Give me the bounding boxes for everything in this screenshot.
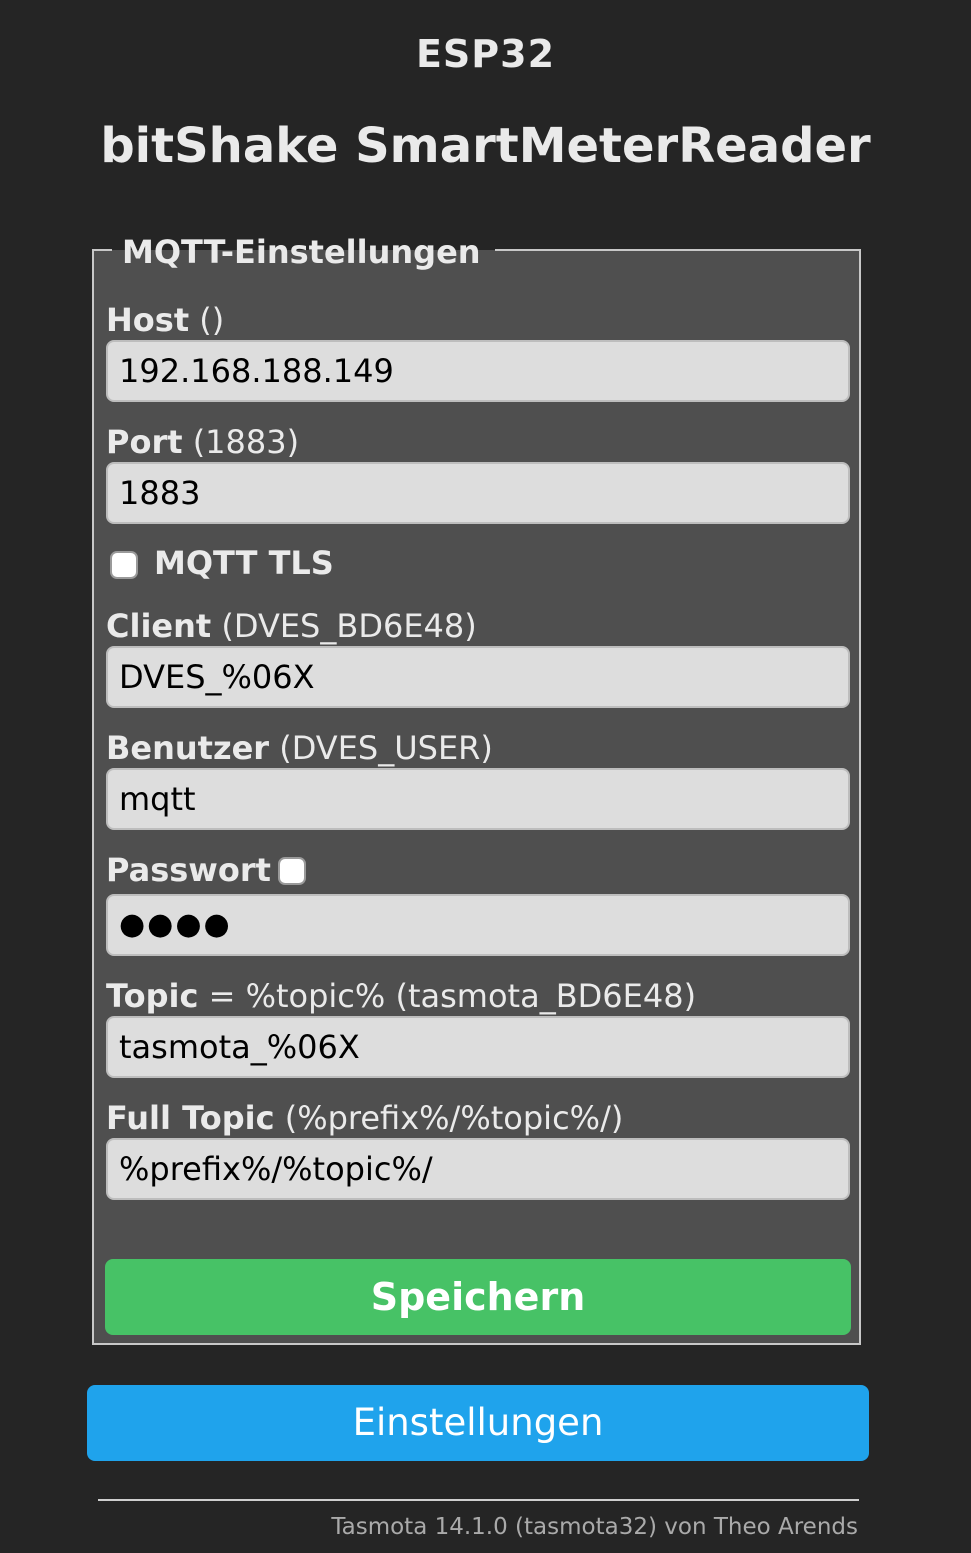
port-label: Port (1883) xyxy=(106,422,299,462)
settings-button[interactable]: Einstellungen xyxy=(87,1385,869,1461)
client-input[interactable]: DVES_%06X xyxy=(106,646,850,708)
password-label-text: Passwort xyxy=(106,851,271,889)
show-password-checkbox[interactable] xyxy=(278,857,306,885)
save-button[interactable]: Speichern xyxy=(105,1259,851,1335)
device-name: ESP32 xyxy=(415,32,556,76)
footer-divider xyxy=(98,1499,859,1501)
port-label-text: Port xyxy=(106,423,183,461)
footer-version: Tasmota 14.1.0 (tasmota32) von Theo Aren… xyxy=(331,1514,858,1540)
user-hint: (DVES_USER) xyxy=(279,729,493,767)
topic-label-text: Topic xyxy=(106,977,199,1015)
page-title: bitShake SmartMeterReader xyxy=(100,118,871,174)
topic-label: Topic = %topic% (tasmota_BD6E48) xyxy=(106,976,696,1016)
user-input[interactable]: mqtt xyxy=(106,768,850,830)
mqtt-tls-checkbox[interactable] xyxy=(110,551,138,579)
full-topic-hint: (%prefix%/%topic%/) xyxy=(284,1099,624,1137)
host-label: Host () xyxy=(106,300,224,340)
password-input[interactable]: ●●●● xyxy=(106,894,850,956)
password-label: Passwort xyxy=(106,850,271,890)
host-hint: () xyxy=(199,301,225,339)
user-label-text: Benutzer xyxy=(106,729,270,767)
full-topic-input[interactable]: %prefix%/%topic%/ xyxy=(106,1138,850,1200)
client-hint: (DVES_BD6E48) xyxy=(221,607,477,645)
host-input[interactable]: 192.168.188.149 xyxy=(106,340,850,402)
full-topic-label-text: Full Topic xyxy=(106,1099,275,1137)
client-label-text: Client xyxy=(106,607,212,645)
user-label: Benutzer (DVES_USER) xyxy=(106,728,493,768)
host-label-text: Host xyxy=(106,301,190,339)
port-hint: (1883) xyxy=(192,423,300,461)
port-input[interactable]: 1883 xyxy=(106,462,850,524)
client-label: Client (DVES_BD6E48) xyxy=(106,606,477,646)
mqtt-tls-label: MQTT TLS xyxy=(154,544,334,582)
topic-hint: = %topic% (tasmota_BD6E48) xyxy=(208,977,697,1015)
fieldset-legend: MQTT-Einstellungen xyxy=(112,232,495,272)
full-topic-label: Full Topic (%prefix%/%topic%/) xyxy=(106,1098,623,1138)
topic-input[interactable]: tasmota_%06X xyxy=(106,1016,850,1078)
